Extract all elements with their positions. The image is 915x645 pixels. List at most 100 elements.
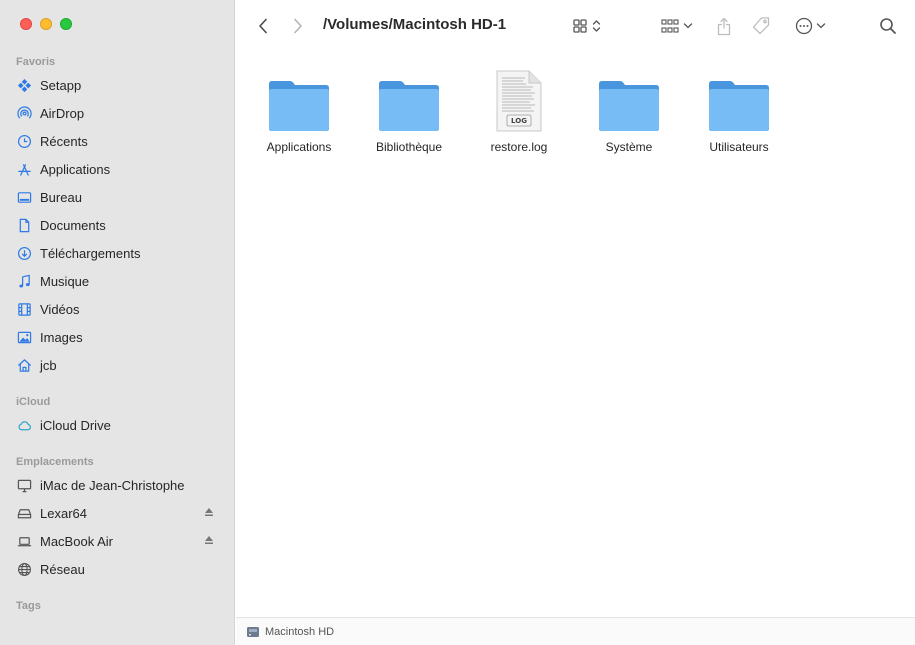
desktop-icon: [16, 189, 32, 205]
search-button[interactable]: [878, 14, 898, 38]
cloud-icon: [16, 417, 32, 433]
share-button[interactable]: [714, 14, 734, 38]
setapp-icon: [16, 77, 32, 93]
sidebar-item-label: Documents: [40, 217, 106, 233]
path-bar-label[interactable]: Macintosh HD: [265, 626, 334, 638]
sidebar-item-setapp[interactable]: Setapp: [16, 73, 221, 97]
minimize-window-button[interactable]: [40, 18, 52, 30]
file-item-applications[interactable]: Applications: [244, 68, 354, 154]
log-file-icon: LOG: [487, 68, 551, 132]
hard-drive-icon: [247, 626, 259, 637]
sidebar-item-label: AirDrop: [40, 105, 85, 121]
home-icon: [16, 357, 32, 373]
sidebar-section-tags: Tags: [16, 600, 41, 612]
file-browser: Applications Bibliothèque LOG restore.lo…: [236, 52, 915, 617]
tag-icon: [752, 17, 770, 35]
sidebar: Favoris Setapp AirDrop Récents Applicati…: [0, 0, 235, 645]
sidebar-item-recents[interactable]: Récents: [16, 129, 221, 153]
sidebar-item-airdrop[interactable]: AirDrop: [16, 101, 221, 125]
close-window-button[interactable]: [20, 18, 32, 30]
folder-icon: [377, 68, 441, 132]
music-icon: [16, 273, 32, 289]
sidebar-item-label: Lexar64: [40, 505, 87, 521]
sidebar-item-label: Récents: [40, 133, 88, 149]
file-item-bibliotheque[interactable]: Bibliothèque: [354, 68, 464, 154]
folder-icon: [597, 68, 661, 132]
external-drive-icon: [16, 505, 32, 521]
file-item-systeme[interactable]: Système: [574, 68, 684, 154]
sidebar-item-images[interactable]: Images: [16, 325, 221, 349]
folder-icon: [267, 68, 331, 132]
tag-button[interactable]: [750, 14, 772, 38]
window-controls: [20, 18, 72, 30]
eject-icon[interactable]: [203, 506, 215, 518]
view-mode-button[interactable]: [568, 14, 604, 38]
sidebar-item-label: jcb: [40, 357, 57, 373]
sidebar-item-home[interactable]: jcb: [16, 353, 221, 377]
file-name: Bibliothèque: [375, 140, 443, 154]
sidebar-item-label: Téléchargements: [40, 245, 141, 261]
document-icon: [16, 217, 32, 233]
updown-chevron-icon: [592, 20, 600, 32]
ellipsis-circle-icon: [795, 17, 812, 35]
sidebar-item-label: Applications: [40, 161, 111, 177]
sidebar-item-label: MacBook Air: [40, 533, 113, 549]
sidebar-section-favorites: Favoris: [16, 56, 56, 68]
toolbar: /Volumes/Macintosh HD-1: [236, 0, 915, 52]
back-button[interactable]: [254, 14, 272, 38]
file-item-utilisateurs[interactable]: Utilisateurs: [684, 68, 794, 154]
group-by-button[interactable]: [658, 14, 696, 38]
sidebar-item-music[interactable]: Musique: [16, 269, 221, 293]
sidebar-item-label: Musique: [40, 273, 90, 289]
sidebar-item-label: Vidéos: [40, 301, 80, 317]
window-title: /Volumes/Macintosh HD-1: [323, 16, 507, 33]
finder-window: Favoris Setapp AirDrop Récents Applicati…: [0, 0, 915, 645]
forward-button[interactable]: [289, 14, 307, 38]
sidebar-item-bureau[interactable]: Bureau: [16, 185, 221, 209]
sidebar-item-downloads[interactable]: Téléchargements: [16, 241, 221, 265]
sidebar-item-label: Setapp: [40, 77, 82, 93]
sidebar-item-documents[interactable]: Documents: [16, 213, 221, 237]
file-item-restore-log[interactable]: LOG restore.log: [464, 68, 574, 154]
chevron-right-icon: [294, 18, 302, 34]
sidebar-item-label: iMac de Jean-Christophe: [40, 477, 185, 493]
chevron-down-icon: [816, 23, 825, 29]
sidebar-section-icloud: iCloud: [16, 396, 51, 408]
sidebar-item-label: iCloud Drive: [40, 417, 111, 433]
sidebar-item-videos[interactable]: Vidéos: [16, 297, 221, 321]
sidebar-section-locations: Emplacements: [16, 456, 94, 468]
imac-icon: [16, 477, 32, 493]
group-grid-icon: [661, 19, 679, 33]
sidebar-item-label: Images: [40, 329, 83, 345]
folder-icon: [707, 68, 771, 132]
path-bar: Macintosh HD: [236, 617, 915, 645]
film-icon: [16, 301, 32, 317]
laptop-icon: [16, 533, 32, 549]
icon-view-grid-icon: [572, 19, 587, 33]
file-type-badge: LOG: [511, 117, 527, 125]
sidebar-item-label: Bureau: [40, 189, 82, 205]
photo-icon: [16, 329, 32, 345]
more-actions-button[interactable]: [792, 14, 828, 38]
applications-icon: [16, 161, 32, 177]
file-name: Applications: [266, 140, 332, 154]
sidebar-item-lexar64[interactable]: Lexar64: [16, 501, 221, 525]
chevron-left-icon: [259, 18, 267, 34]
sidebar-item-label: Réseau: [40, 561, 85, 577]
sidebar-item-applications[interactable]: Applications: [16, 157, 221, 181]
file-name: Utilisateurs: [709, 140, 769, 154]
clock-icon: [16, 133, 32, 149]
network-icon: [16, 561, 32, 577]
sidebar-item-icloud-drive[interactable]: iCloud Drive: [16, 413, 221, 437]
file-name: restore.log: [490, 140, 548, 154]
sidebar-item-network[interactable]: Réseau: [16, 557, 221, 581]
chevron-down-icon: [683, 23, 693, 29]
file-name: Système: [605, 140, 653, 154]
zoom-window-button[interactable]: [60, 18, 72, 30]
eject-icon[interactable]: [203, 534, 215, 546]
share-icon: [717, 17, 731, 35]
sidebar-item-imac[interactable]: iMac de Jean-Christophe: [16, 473, 221, 497]
download-icon: [16, 245, 32, 261]
sidebar-item-macbook-air[interactable]: MacBook Air: [16, 529, 221, 553]
search-icon: [880, 18, 896, 34]
